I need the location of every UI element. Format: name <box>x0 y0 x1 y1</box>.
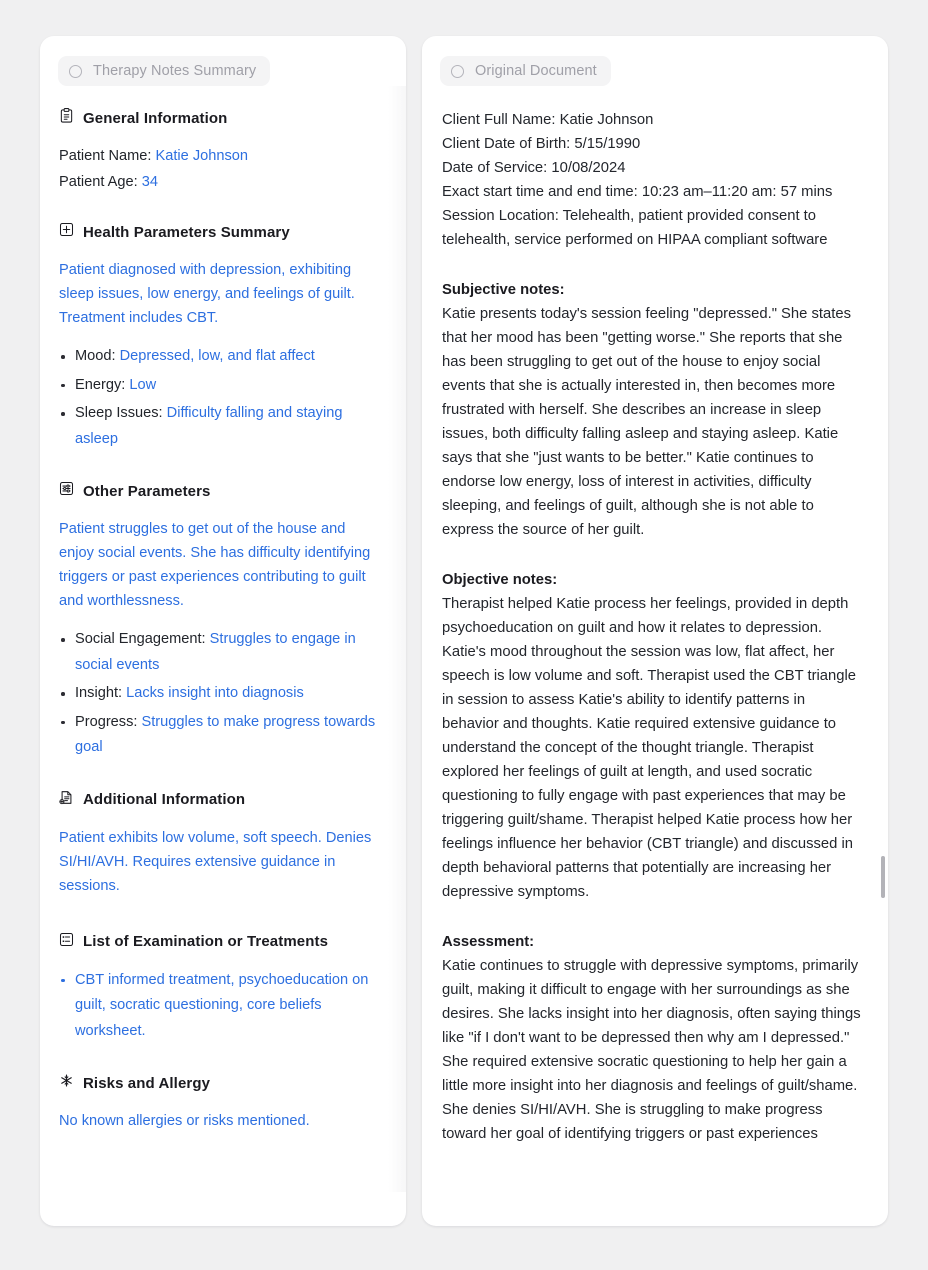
right-panel-scrollbar[interactable] <box>881 86 885 1192</box>
health-summary-text: Patient diagnosed with depression, exhib… <box>59 262 355 326</box>
circle-icon <box>451 64 464 78</box>
meta-line-date-of-service: Date of Service: 10/08/2024 <box>442 160 626 176</box>
health-item-label: Mood: <box>75 348 120 364</box>
subjective-notes-text: Katie presents today's session feeling "… <box>442 306 851 538</box>
therapy-notes-summary-panel: Therapy Notes Summary General Informatio… <box>40 36 406 1226</box>
section-title-risks-allergy: Risks and Allergy <box>83 1074 211 1092</box>
section-header-health-parameters: Health Parameters Summary <box>59 222 382 242</box>
right-panel-scrollbar-thumb[interactable] <box>881 856 885 898</box>
list-item: Energy: Low <box>59 373 382 399</box>
section-header-risks-allergy: Risks and Allergy <box>59 1073 382 1093</box>
subjective-notes-block: Subjective notes: Katie presents today's… <box>442 278 862 542</box>
section-header-other-parameters: Other Parameters <box>59 481 382 501</box>
right-panel-title: Original Document <box>475 63 597 79</box>
objective-notes-heading: Objective notes: <box>442 572 558 588</box>
clipboard-icon <box>59 108 74 128</box>
list-item: Social Engagement: Struggles to engage i… <box>59 627 382 678</box>
circle-icon <box>69 64 82 78</box>
section-title-examination-list: List of Examination or Treatments <box>83 933 329 950</box>
patient-age-row: Patient Age: 34 <box>59 170 382 194</box>
list-item: Sleep Issues: Difficulty falling and sta… <box>59 401 382 452</box>
list-item: Insight: Lacks insight into diagnosis <box>59 681 382 707</box>
assessment-heading: Assessment: <box>442 934 535 950</box>
additional-summary-text: Patient exhibits low volume, soft speech… <box>59 829 372 894</box>
left-panel-title: Therapy Notes Summary <box>93 63 257 79</box>
objective-notes-text: Therapist helped Katie process her feeli… <box>442 596 856 900</box>
other-item-label: Insight: <box>75 685 127 701</box>
list-square-icon <box>59 932 74 952</box>
document-add-icon <box>59 790 74 810</box>
other-item-label: Progress: <box>75 713 142 730</box>
right-panel-body[interactable]: Client Full Name: Katie Johnson Client D… <box>422 86 888 1192</box>
section-title-other-parameters: Other Parameters <box>83 482 211 500</box>
health-item-label: Sleep Issues: <box>75 405 167 421</box>
section-header-general-information: General Information <box>59 108 382 128</box>
left-panel-body[interactable]: General Information Patient Name: Katie … <box>40 86 406 1192</box>
assessment-text: Katie continues to struggle with depress… <box>442 958 861 1142</box>
health-item-value: Depressed, low, and flat affect <box>119 348 315 364</box>
meta-line-client-name: Client Full Name: Katie Johnson <box>442 112 654 128</box>
section-title-health-parameters: Health Parameters Summary <box>83 223 290 241</box>
meta-line-date-of-birth: Client Date of Birth: 5/15/1990 <box>442 136 641 152</box>
app-root: Therapy Notes Summary General Informatio… <box>0 0 928 1270</box>
patient-name-row: Patient Name: Katie Johnson <box>59 144 382 168</box>
sliders-square-icon <box>59 481 74 501</box>
examination-list: CBT informed treatment, psychoeducation … <box>59 968 382 1045</box>
patient-age-value: 34 <box>141 174 158 190</box>
meta-line-session-location: Session Location: Telehealth, patient pr… <box>442 208 828 248</box>
asterisk-icon <box>59 1073 74 1093</box>
document-meta-block: Client Full Name: Katie Johnson Client D… <box>442 108 862 252</box>
original-document-tab[interactable]: Original Document <box>440 56 611 86</box>
other-item-value: Lacks insight into diagnosis <box>126 685 304 701</box>
list-item: CBT informed treatment, psychoeducation … <box>59 968 382 1045</box>
other-item-label: Social Engagement: <box>75 631 210 647</box>
section-header-additional-information: Additional Information <box>59 790 382 810</box>
patient-age-label: Patient Age: <box>59 174 142 190</box>
patient-name-value: Katie Johnson <box>155 148 249 164</box>
therapy-notes-summary-tab[interactable]: Therapy Notes Summary <box>58 56 271 86</box>
health-item-value: Low <box>129 376 157 393</box>
right-panel-header: Original Document <box>422 36 888 86</box>
risks-summary-text: No known allergies or risks mentioned. <box>59 1113 310 1129</box>
meta-line-session-time: Exact start time and end time: 10:23 am–… <box>442 184 833 200</box>
objective-notes-block: Objective notes: Therapist helped Katie … <box>442 568 862 904</box>
left-panel-header: Therapy Notes Summary <box>40 36 406 86</box>
patient-name-label: Patient Name: <box>59 148 156 164</box>
other-parameters-list: Social Engagement: Struggles to engage i… <box>59 627 382 761</box>
other-summary-text: Patient struggles to get out of the hous… <box>59 521 371 609</box>
section-title-general-information: General Information <box>83 109 228 127</box>
health-item-label: Energy: <box>75 376 130 393</box>
list-item: Mood: Depressed, low, and flat affect <box>59 344 382 370</box>
health-parameters-list: Mood: Depressed, low, and flat affect En… <box>59 344 382 452</box>
subjective-notes-heading: Subjective notes: <box>442 282 565 298</box>
section-header-examination-list: List of Examination or Treatments <box>59 932 382 952</box>
original-document-panel: Original Document Client Full Name: Kati… <box>422 36 888 1226</box>
section-title-additional-information: Additional Information <box>83 791 246 808</box>
square-plus-icon <box>59 222 74 242</box>
assessment-block: Assessment: Katie continues to struggle … <box>442 930 862 1146</box>
list-item: Progress: Struggles to make progress tow… <box>59 710 382 761</box>
